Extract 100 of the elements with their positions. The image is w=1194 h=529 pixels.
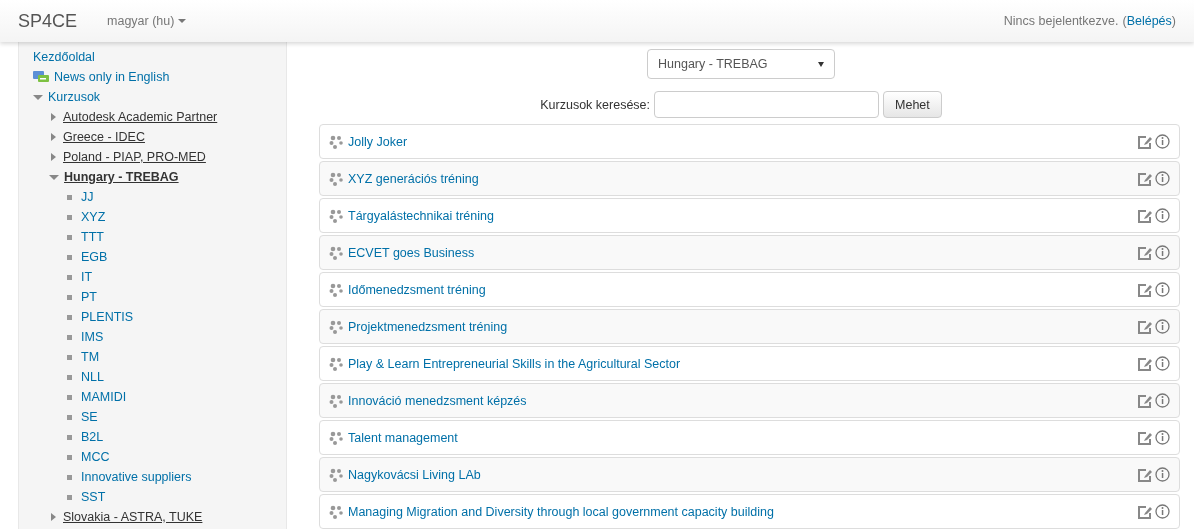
course-link[interactable]: NLL [81, 370, 104, 384]
course-link[interactable]: EGB [81, 250, 108, 264]
course-link[interactable]: SE [81, 410, 98, 424]
dropdown-arrow-icon [818, 61, 824, 67]
search-label: Kurzusok keresése: [540, 97, 650, 112]
category-link[interactable]: Slovakia - ASTRA, TUKE [63, 510, 203, 524]
bullet-icon [67, 274, 72, 280]
caret-icon [178, 19, 187, 23]
collapsed-triangle-icon[interactable] [51, 113, 56, 121]
course-link[interactable]: SST [81, 490, 106, 504]
bullet-icon [67, 434, 72, 440]
bullet-icon [67, 234, 72, 240]
info-icon[interactable] [1155, 430, 1170, 445]
course-link[interactable]: PLENTIS [81, 310, 134, 324]
parenthesis: ( [1122, 14, 1127, 28]
collapsed-triangle-icon[interactable] [51, 133, 56, 141]
info-icon[interactable] [1155, 319, 1170, 334]
parenthesis: ) [1171, 14, 1176, 28]
course-icon [329, 393, 343, 408]
edit-note-icon[interactable] [1137, 430, 1152, 445]
course-icon [329, 171, 343, 186]
bullet-icon [67, 354, 72, 360]
course-icon [329, 208, 343, 223]
search-field[interactable] [654, 91, 879, 118]
course-link[interactable]: Managing Migration and Diversity through local government capacity building [348, 504, 1132, 519]
category-link[interactable]: Hungary - TREBAG [64, 170, 179, 184]
course-link[interactable]: IT [81, 270, 93, 284]
nav-link[interactable]: News only in English [54, 70, 170, 84]
bullet-icon [67, 494, 72, 500]
course-icon [329, 245, 343, 260]
collapsed-triangle-icon[interactable] [51, 153, 56, 161]
edit-note-icon[interactable] [1137, 245, 1152, 260]
course-link[interactable]: MAMIDI [81, 390, 127, 404]
edit-note-icon[interactable] [1137, 504, 1152, 519]
nav-link[interactable]: Kezdőoldal [33, 50, 95, 64]
course-link[interactable]: IMS [81, 330, 104, 344]
category-select[interactable]: Hungary - TREBAG [647, 49, 835, 79]
course-link[interactable]: JJ [81, 190, 94, 204]
course-link[interactable]: ECVET goes Business [348, 245, 1132, 260]
bullet-icon [67, 414, 72, 420]
edit-note-icon[interactable] [1137, 356, 1152, 371]
category-link[interactable]: Autodesk Academic Partner [63, 110, 218, 124]
bullet-icon [67, 454, 72, 460]
login-status: Nincs bejelentkezve. [1003, 14, 1119, 28]
go-button[interactable]: Mehet [883, 91, 942, 118]
course-link[interactable]: PT [81, 290, 97, 304]
edit-note-icon[interactable] [1137, 134, 1152, 149]
course-link[interactable]: Innovative suppliers [81, 470, 192, 484]
course-link[interactable]: TM [81, 350, 100, 364]
collapsed-triangle-icon[interactable] [51, 513, 56, 521]
course-link[interactable]: Innováció menedzsment képzés [348, 393, 1132, 408]
course-link[interactable]: Projektmenedzsment tréning [348, 319, 1132, 334]
bullet-icon [67, 214, 72, 220]
edit-note-icon[interactable] [1137, 319, 1152, 334]
info-icon[interactable] [1155, 504, 1170, 519]
course-link[interactable]: Időmenedzsment tréning [348, 282, 1132, 297]
expanded-triangle-icon[interactable] [33, 94, 43, 100]
login-link[interactable]: Belépés [1126, 14, 1172, 28]
course-icon [329, 356, 343, 371]
course-icon [329, 319, 343, 334]
info-icon[interactable] [1155, 467, 1170, 482]
bullet-icon [67, 394, 72, 400]
nav-link[interactable]: Kurzusok [48, 90, 101, 104]
bullet-icon [67, 254, 72, 260]
edit-note-icon[interactable] [1137, 282, 1152, 297]
course-link[interactable]: Nagykovácsi Living LAb [348, 467, 1132, 482]
info-icon[interactable] [1155, 134, 1170, 149]
course-link[interactable]: Tárgyalástechnikai tréning [348, 208, 1132, 223]
info-icon[interactable] [1155, 245, 1170, 260]
category-link[interactable]: Poland - PIAP, PRO-MED [63, 150, 206, 164]
course-link[interactable]: MCC [81, 450, 110, 464]
bullet-icon [67, 194, 72, 200]
bullet-icon [67, 294, 72, 300]
edit-note-icon[interactable] [1137, 171, 1152, 186]
bullet-icon [67, 334, 72, 340]
info-icon[interactable] [1155, 282, 1170, 297]
course-icon [329, 504, 343, 519]
info-icon[interactable] [1155, 171, 1170, 186]
edit-note-icon[interactable] [1137, 393, 1152, 408]
site-brand[interactable]: SP4CE [18, 10, 78, 32]
course-link[interactable]: XYZ generációs tréning [348, 171, 1132, 186]
language-menu[interactable]: magyar (hu) [107, 14, 187, 28]
course-icon [329, 467, 343, 482]
info-icon[interactable] [1155, 356, 1170, 371]
category-link[interactable]: Greece - IDEC [63, 130, 145, 144]
course-link[interactable]: XYZ [81, 210, 106, 224]
course-link[interactable]: Jolly Joker [348, 134, 1132, 149]
info-icon[interactable] [1155, 208, 1170, 223]
course-link[interactable]: B2L [81, 430, 104, 444]
course-link[interactable]: Talent management [348, 430, 1132, 445]
forum-icon [33, 70, 49, 84]
edit-note-icon[interactable] [1137, 467, 1152, 482]
course-icon [329, 430, 343, 445]
edit-note-icon[interactable] [1137, 208, 1152, 223]
course-icon [329, 282, 343, 297]
expanded-triangle-icon[interactable] [49, 174, 59, 180]
bullet-icon [67, 474, 72, 480]
course-link[interactable]: Play & Learn Entrepreneurial Skills in the Agricultural Sector [348, 356, 1132, 371]
course-link[interactable]: TTT [81, 230, 104, 244]
info-icon[interactable] [1155, 393, 1170, 408]
